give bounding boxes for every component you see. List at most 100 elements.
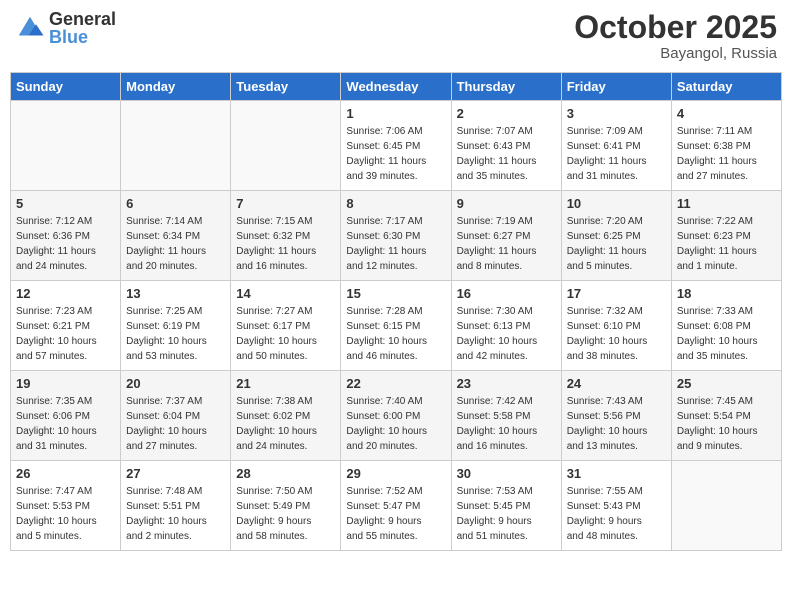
calendar-week-3: 12 Sunrise: 7:23 AM Sunset: 6:21 PM Dayli… <box>11 281 782 371</box>
day-header-saturday: Saturday <box>671 73 781 101</box>
day-info: Sunrise: 7:38 AM Sunset: 6:02 PM Dayligh… <box>236 394 335 454</box>
calendar-cell: 15 Sunrise: 7:28 AM Sunset: 6:15 PM Dayli… <box>341 281 451 371</box>
logo-icon <box>15 13 45 43</box>
location-title: Bayangol, Russia <box>574 45 777 62</box>
calendar-cell <box>121 101 231 191</box>
day-number: 6 <box>126 196 225 211</box>
day-number: 20 <box>126 376 225 391</box>
day-number: 4 <box>677 106 776 121</box>
page-header: General Blue October 2025 Bayangol, Russ… <box>10 10 782 62</box>
day-number: 5 <box>16 196 115 211</box>
calendar-cell: 27Sunrise: 7:48 AM Sunset: 5:51 PM Dayli… <box>121 461 231 551</box>
day-info: Sunrise: 7:47 AM Sunset: 5:53 PM Dayligh… <box>16 484 115 544</box>
calendar-cell: 13Sunrise: 7:25 AM Sunset: 6:19 PM Dayli… <box>121 281 231 371</box>
calendar-cell: 30Sunrise: 7:53 AM Sunset: 5:45 PM Dayli… <box>451 461 561 551</box>
day-info: Sunrise: 7:12 AM Sunset: 6:36 PM Dayligh… <box>16 214 115 274</box>
calendar-cell: 20 Sunrise: 7:37 AM Sunset: 6:04 PM Dayli… <box>121 371 231 461</box>
calendar-table: SundayMondayTuesdayWednesdayThursdayFrid… <box>10 72 782 551</box>
day-info: Sunrise: 7:48 AM Sunset: 5:51 PM Dayligh… <box>126 484 225 544</box>
day-info: Sunrise: 7:37 AM Sunset: 6:04 PM Dayligh… <box>126 394 225 454</box>
calendar-cell: 28 Sunrise: 7:50 AM Sunset: 5:49 PM Dayli… <box>231 461 341 551</box>
calendar-cell: 21 Sunrise: 7:38 AM Sunset: 6:02 PM Dayli… <box>231 371 341 461</box>
logo-blue-text: Blue <box>49 28 116 46</box>
calendar-cell: 22 Sunrise: 7:40 AM Sunset: 6:00 PM Dayli… <box>341 371 451 461</box>
calendar-cell: 8Sunrise: 7:17 AM Sunset: 6:30 PM Daylig… <box>341 191 451 281</box>
day-info: Sunrise: 7:50 AM Sunset: 5:49 PM Dayligh… <box>236 484 335 544</box>
day-info: Sunrise: 7:11 AM Sunset: 6:38 PM Dayligh… <box>677 124 776 184</box>
day-number: 13 <box>126 286 225 301</box>
day-header-wednesday: Wednesday <box>341 73 451 101</box>
day-number: 14 <box>236 286 335 301</box>
day-info: Sunrise: 7:55 AM Sunset: 5:43 PM Dayligh… <box>567 484 666 544</box>
day-number: 10 <box>567 196 666 211</box>
day-info: Sunrise: 7:45 AM Sunset: 5:54 PM Dayligh… <box>677 394 776 454</box>
calendar-week-4: 19Sunrise: 7:35 AM Sunset: 6:06 PM Dayli… <box>11 371 782 461</box>
day-info: Sunrise: 7:09 AM Sunset: 6:41 PM Dayligh… <box>567 124 666 184</box>
day-number: 15 <box>346 286 445 301</box>
calendar-cell: 6 Sunrise: 7:14 AM Sunset: 6:34 PM Daylig… <box>121 191 231 281</box>
day-number: 12 <box>16 286 115 301</box>
calendar-cell: 1 Sunrise: 7:06 AM Sunset: 6:45 PM Daylig… <box>341 101 451 191</box>
calendar-cell: 3 Sunrise: 7:09 AM Sunset: 6:41 PM Daylig… <box>561 101 671 191</box>
day-number: 3 <box>567 106 666 121</box>
calendar-cell: 18 Sunrise: 7:33 AM Sunset: 6:08 PM Dayli… <box>671 281 781 371</box>
day-number: 18 <box>677 286 776 301</box>
day-number: 28 <box>236 466 335 481</box>
day-number: 22 <box>346 376 445 391</box>
day-number: 29 <box>346 466 445 481</box>
day-number: 25 <box>677 376 776 391</box>
calendar-cell: 29Sunrise: 7:52 AM Sunset: 5:47 PM Dayli… <box>341 461 451 551</box>
day-info: Sunrise: 7:17 AM Sunset: 6:30 PM Dayligh… <box>346 214 445 274</box>
calendar-cell: 2Sunrise: 7:07 AM Sunset: 6:43 PM Daylig… <box>451 101 561 191</box>
day-number: 16 <box>457 286 556 301</box>
day-info: Sunrise: 7:42 AM Sunset: 5:58 PM Dayligh… <box>457 394 556 454</box>
day-info: Sunrise: 7:33 AM Sunset: 6:08 PM Dayligh… <box>677 304 776 364</box>
calendar-cell: 25 Sunrise: 7:45 AM Sunset: 5:54 PM Dayli… <box>671 371 781 461</box>
calendar-cell: 24Sunrise: 7:43 AM Sunset: 5:56 PM Dayli… <box>561 371 671 461</box>
day-info: Sunrise: 7:43 AM Sunset: 5:56 PM Dayligh… <box>567 394 666 454</box>
day-info: Sunrise: 7:20 AM Sunset: 6:25 PM Dayligh… <box>567 214 666 274</box>
day-header-tuesday: Tuesday <box>231 73 341 101</box>
day-header-thursday: Thursday <box>451 73 561 101</box>
day-info: Sunrise: 7:07 AM Sunset: 6:43 PM Dayligh… <box>457 124 556 184</box>
calendar-cell: 5 Sunrise: 7:12 AM Sunset: 6:36 PM Daylig… <box>11 191 121 281</box>
calendar-week-5: 26 Sunrise: 7:47 AM Sunset: 5:53 PM Dayli… <box>11 461 782 551</box>
calendar-cell <box>231 101 341 191</box>
month-title: October 2025 <box>574 10 777 45</box>
logo-general-text: General <box>49 10 116 28</box>
day-info: Sunrise: 7:28 AM Sunset: 6:15 PM Dayligh… <box>346 304 445 364</box>
calendar-cell: 9 Sunrise: 7:19 AM Sunset: 6:27 PM Daylig… <box>451 191 561 281</box>
day-info: Sunrise: 7:32 AM Sunset: 6:10 PM Dayligh… <box>567 304 666 364</box>
calendar-cell: 12 Sunrise: 7:23 AM Sunset: 6:21 PM Dayli… <box>11 281 121 371</box>
day-number: 19 <box>16 376 115 391</box>
day-header-sunday: Sunday <box>11 73 121 101</box>
calendar-cell <box>11 101 121 191</box>
day-info: Sunrise: 7:19 AM Sunset: 6:27 PM Dayligh… <box>457 214 556 274</box>
calendar-cell: 14 Sunrise: 7:27 AM Sunset: 6:17 PM Dayli… <box>231 281 341 371</box>
day-number: 17 <box>567 286 666 301</box>
calendar-cell: 7 Sunrise: 7:15 AM Sunset: 6:32 PM Daylig… <box>231 191 341 281</box>
calendar-week-2: 5 Sunrise: 7:12 AM Sunset: 6:36 PM Daylig… <box>11 191 782 281</box>
day-number: 21 <box>236 376 335 391</box>
day-info: Sunrise: 7:06 AM Sunset: 6:45 PM Dayligh… <box>346 124 445 184</box>
calendar-week-1: 1 Sunrise: 7:06 AM Sunset: 6:45 PM Daylig… <box>11 101 782 191</box>
calendar-cell: 11Sunrise: 7:22 AM Sunset: 6:23 PM Dayli… <box>671 191 781 281</box>
day-info: Sunrise: 7:30 AM Sunset: 6:13 PM Dayligh… <box>457 304 556 364</box>
day-header-friday: Friday <box>561 73 671 101</box>
day-number: 23 <box>457 376 556 391</box>
day-number: 1 <box>346 106 445 121</box>
calendar-cell: 19Sunrise: 7:35 AM Sunset: 6:06 PM Dayli… <box>11 371 121 461</box>
calendar-cell: 16 Sunrise: 7:30 AM Sunset: 6:13 PM Dayli… <box>451 281 561 371</box>
calendar-cell: 10 Sunrise: 7:20 AM Sunset: 6:25 PM Dayli… <box>561 191 671 281</box>
day-info: Sunrise: 7:27 AM Sunset: 6:17 PM Dayligh… <box>236 304 335 364</box>
day-number: 26 <box>16 466 115 481</box>
calendar-cell <box>671 461 781 551</box>
day-number: 7 <box>236 196 335 211</box>
day-info: Sunrise: 7:40 AM Sunset: 6:00 PM Dayligh… <box>346 394 445 454</box>
logo: General Blue <box>15 10 116 46</box>
day-number: 31 <box>567 466 666 481</box>
day-info: Sunrise: 7:23 AM Sunset: 6:21 PM Dayligh… <box>16 304 115 364</box>
day-info: Sunrise: 7:14 AM Sunset: 6:34 PM Dayligh… <box>126 214 225 274</box>
day-number: 9 <box>457 196 556 211</box>
day-info: Sunrise: 7:15 AM Sunset: 6:32 PM Dayligh… <box>236 214 335 274</box>
